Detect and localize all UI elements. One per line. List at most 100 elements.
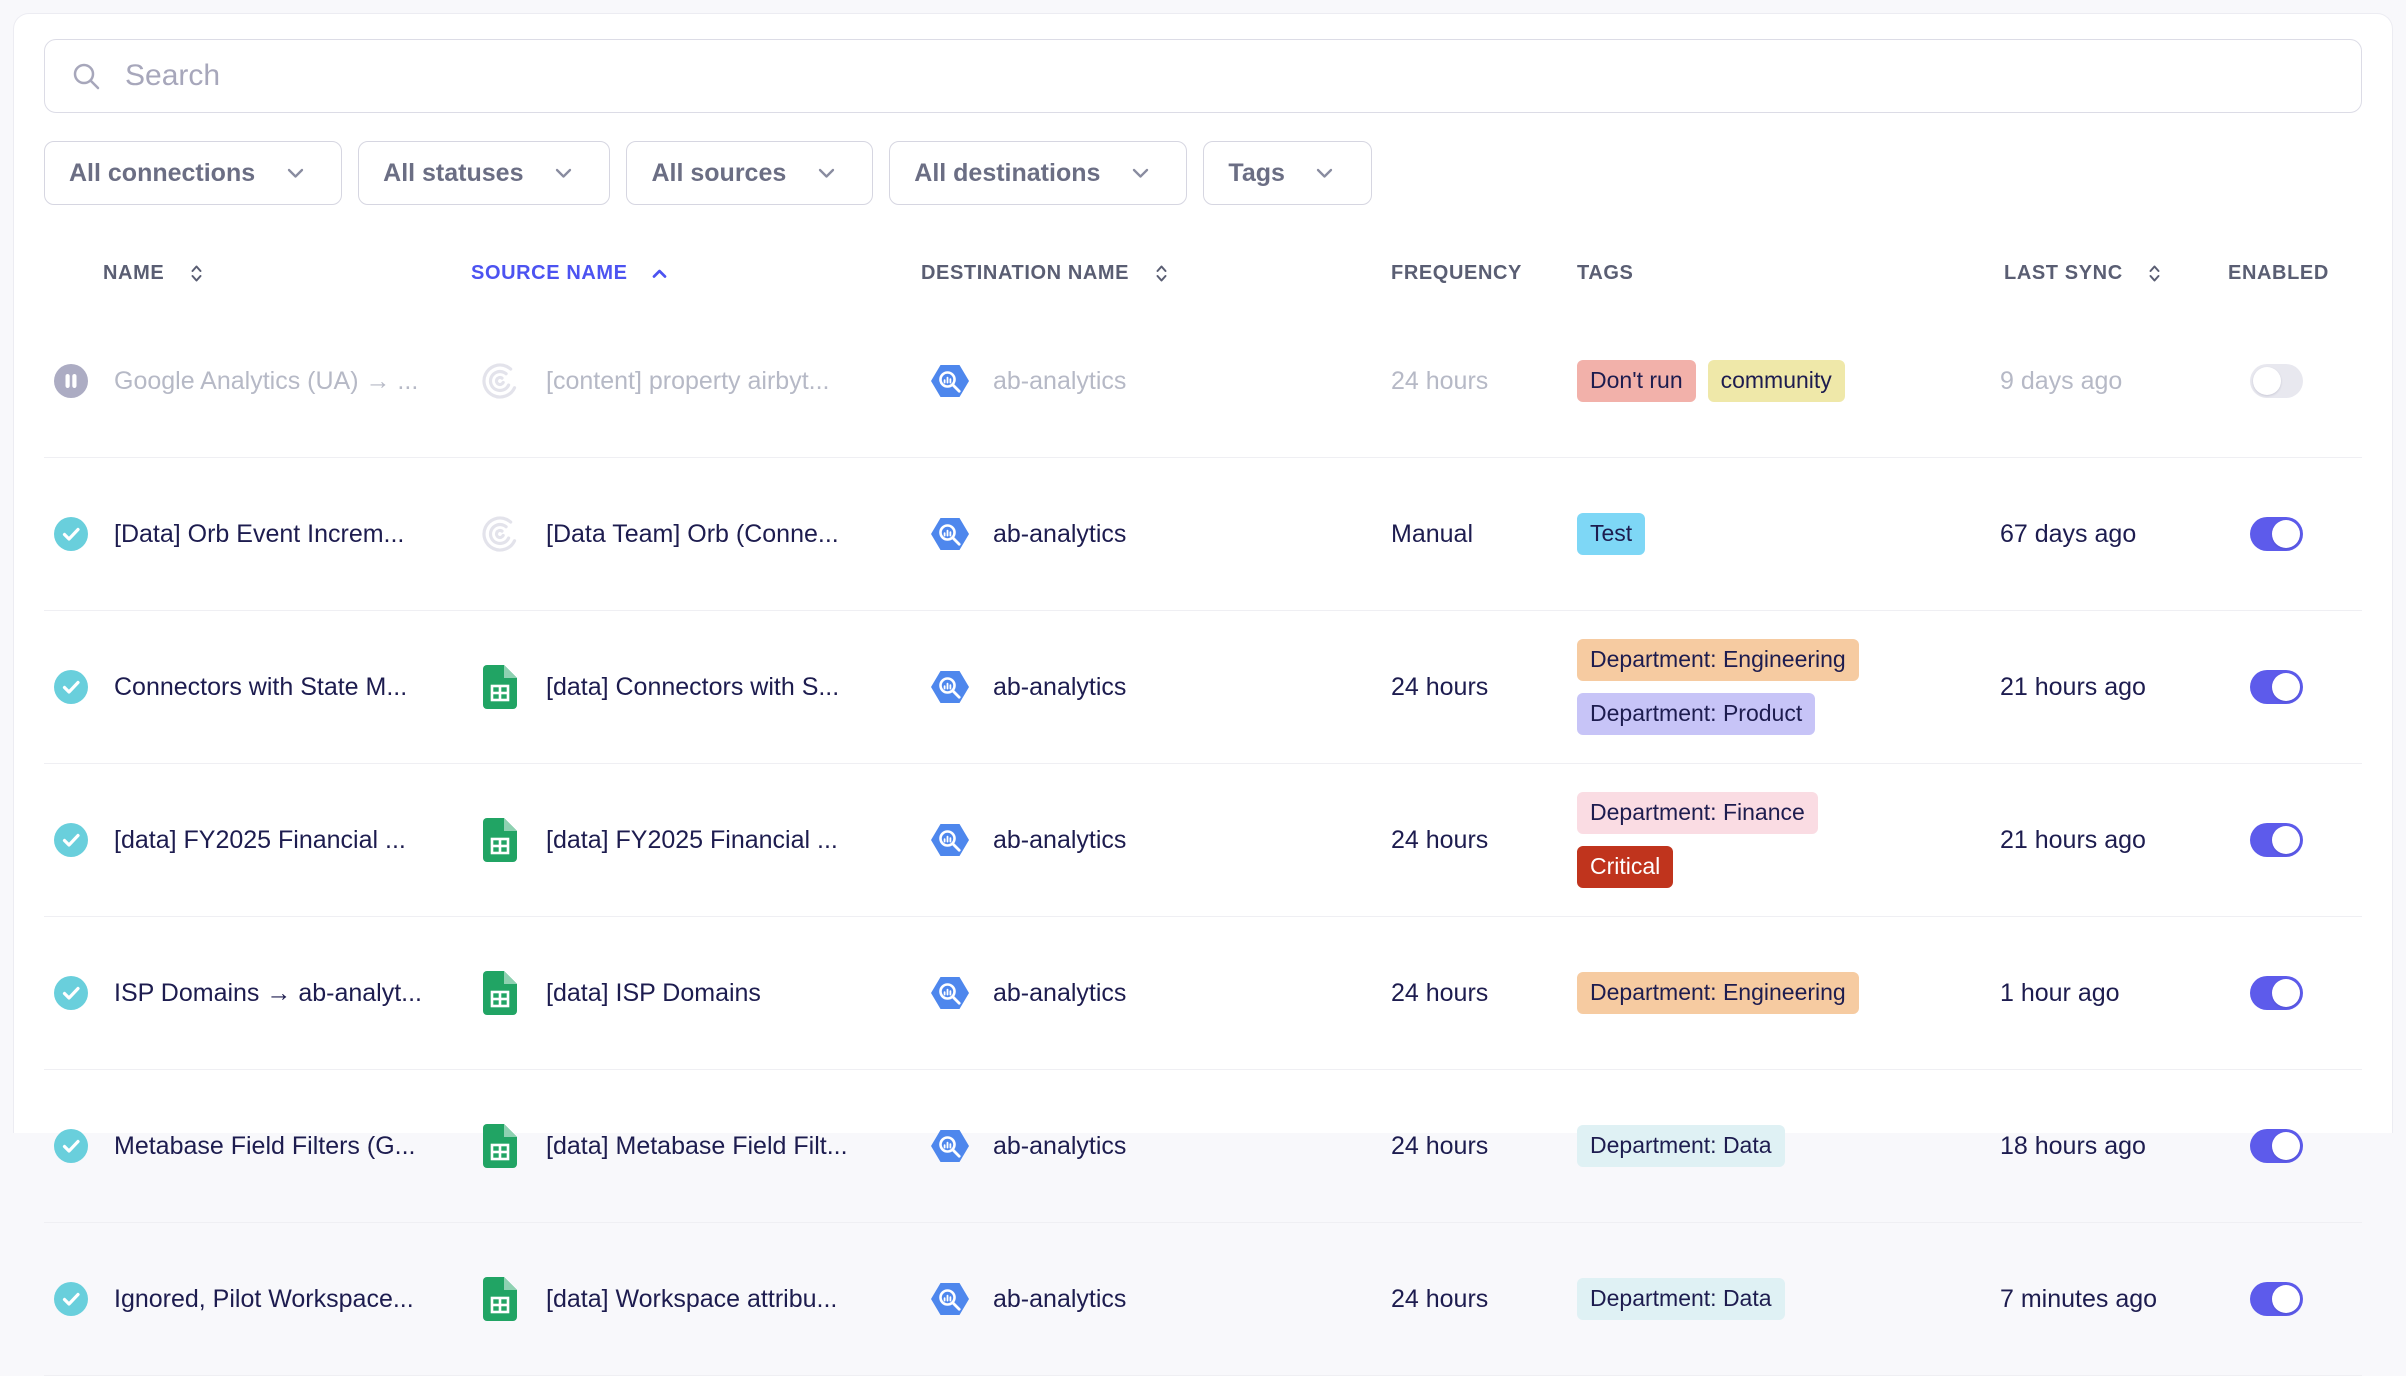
enabled-toggle[interactable] (2250, 670, 2303, 704)
tags-cell: Department: Engineering Department: Produ… (1571, 623, 1996, 751)
column-header-last_sync-label: LAST SYNC (2004, 262, 2123, 285)
source-cell: [content] property airbyt... (471, 361, 921, 401)
enabled-cell (2221, 976, 2362, 1010)
toggle-knob (2272, 1285, 2300, 1313)
frequency-value: Manual (1391, 520, 1473, 549)
destination-cell: ab-analytics (921, 974, 1381, 1012)
last-sync-value: 21 hours ago (2000, 826, 2146, 855)
frequency-cell: 24 hours (1381, 826, 1571, 855)
toggle-knob (2272, 1132, 2300, 1160)
tag-badge: Don't run (1577, 360, 1696, 402)
filter-sources[interactable]: All sources (626, 141, 873, 205)
filter-connections[interactable]: All connections (44, 141, 342, 205)
tag-badge: Department: Data (1577, 1278, 1785, 1320)
tags-cell: Department: Engineering (1571, 956, 1996, 1030)
connection-name: Google Analytics (UA) → ... (114, 367, 418, 396)
tags-cell: Department: Data (1571, 1109, 1996, 1183)
connections-table: NAMESOURCE NAMEDESTINATION NAMEFREQUENCY… (44, 247, 2362, 1376)
source-cell: [data] ISP Domains (471, 971, 921, 1015)
google-sheets-source-icon (478, 971, 522, 1015)
destination-cell: ab-analytics (921, 362, 1381, 400)
orb-source-icon (478, 514, 522, 554)
enabled-cell (2221, 1282, 2362, 1316)
destination-name: ab-analytics (993, 1285, 1126, 1314)
bigquery-destination-icon (928, 974, 972, 1012)
destination-cell: ab-analytics (921, 1127, 1381, 1165)
last-sync-value: 18 hours ago (2000, 1132, 2146, 1161)
table-row[interactable]: Google Analytics (UA) → ... [content] pro… (44, 305, 2362, 458)
name-cell: Metabase Field Filters (G... (44, 1129, 471, 1163)
enabled-toggle[interactable] (2250, 517, 2303, 551)
enabled-toggle[interactable] (2250, 1129, 2303, 1163)
last-sync-cell: 18 hours ago (1996, 1132, 2221, 1161)
last-sync-value: 21 hours ago (2000, 673, 2146, 702)
connection-name: Connectors with State M... (114, 673, 407, 702)
last-sync-cell: 21 hours ago (1996, 673, 2221, 702)
table-row[interactable]: ISP Domains → ab-analyt...[data] ISP Dom… (44, 917, 2362, 1070)
enabled-toggle[interactable] (2250, 1282, 2303, 1316)
table-row[interactable]: [data] FY2025 Financial ... [data] FY2025… (44, 764, 2362, 917)
last-sync-value: 7 minutes ago (2000, 1285, 2157, 1314)
chevron-down-icon (1303, 168, 1347, 179)
chevron-down-icon (1118, 168, 1162, 179)
sort-both-icon (2133, 263, 2177, 284)
frequency-value: 24 hours (1391, 826, 1488, 855)
filter-tags-label: Tags (1228, 159, 1285, 188)
column-header-enabled: ENABLED (2221, 262, 2362, 285)
table-row[interactable]: Ignored, Pilot Workspace...[data] Worksp… (44, 1223, 2362, 1376)
tag-badge: Department: Engineering (1577, 639, 1859, 681)
connection-name: [Data] Orb Event Increm... (114, 520, 404, 549)
column-header-enabled-label: ENABLED (2228, 262, 2329, 285)
filter-tags[interactable]: Tags (1203, 141, 1372, 205)
filter-statuses[interactable]: All statuses (358, 141, 610, 205)
table-row[interactable]: Metabase Field Filters (G... [data] Metab… (44, 1070, 2362, 1223)
last-sync-cell: 1 hour ago (1996, 979, 2221, 1008)
tag-badge: Department: Product (1577, 693, 1815, 735)
search-icon (71, 61, 101, 91)
enabled-toggle[interactable] (2250, 823, 2303, 857)
destination-name: ab-analytics (993, 979, 1126, 1008)
toggle-knob (2272, 520, 2300, 548)
name-cell: Ignored, Pilot Workspace... (44, 1282, 471, 1316)
column-header-source-label: SOURCE NAME (471, 262, 628, 285)
bigquery-destination-icon (928, 1127, 972, 1165)
connection-name: Ignored, Pilot Workspace... (114, 1285, 414, 1314)
destination-cell: ab-analytics (921, 668, 1381, 706)
sort-both-icon (1139, 263, 1183, 284)
column-header-source[interactable]: SOURCE NAME (471, 262, 921, 285)
tag-badge: Department: Data (1577, 1125, 1785, 1167)
enabled-toggle[interactable] (2250, 364, 2303, 398)
table-row[interactable]: [Data] Orb Event Increm... [Data Team] Or… (44, 458, 2362, 611)
column-header-name[interactable]: NAME (44, 262, 471, 285)
column-header-destination[interactable]: DESTINATION NAME (921, 262, 1381, 285)
source-name: [Data Team] Orb (Conne... (546, 520, 839, 549)
last-sync-cell: 9 days ago (1996, 367, 2221, 396)
status-active-icon (49, 1282, 93, 1316)
source-cell: [data] FY2025 Financial ... (471, 818, 921, 862)
tags-wrap: Department: Data (1571, 1109, 1785, 1183)
connection-name: [data] FY2025 Financial ... (114, 826, 406, 855)
bigquery-destination-icon (928, 821, 972, 859)
status-active-icon (49, 976, 93, 1010)
status-paused-icon (49, 364, 93, 398)
tags-wrap: Don't runcommunity (1571, 344, 1845, 418)
chevron-down-icon (273, 168, 317, 179)
filter-destinations[interactable]: All destinations (889, 141, 1187, 205)
filter-connections-label: All connections (69, 159, 255, 188)
table-row[interactable]: Connectors with State M... [data] Connect… (44, 611, 2362, 764)
search-input[interactable] (123, 58, 2335, 94)
bigquery-destination-icon (928, 515, 972, 553)
enabled-cell (2221, 517, 2362, 551)
source-cell: [Data Team] Orb (Conne... (471, 514, 921, 554)
frequency-cell: Manual (1381, 520, 1571, 549)
enabled-toggle[interactable] (2250, 976, 2303, 1010)
toggle-knob (2272, 826, 2300, 854)
source-name: [data] Connectors with S... (546, 673, 839, 702)
destination-name: ab-analytics (993, 673, 1126, 702)
connections-panel: All connections All statuses All sourcesAl… (13, 13, 2393, 1133)
destination-cell: ab-analytics (921, 515, 1381, 553)
source-name: [data] Metabase Field Filt... (546, 1132, 848, 1161)
status-active-icon (49, 670, 93, 704)
filter-statuses-label: All statuses (383, 159, 523, 188)
column-header-last_sync[interactable]: LAST SYNC (1996, 262, 2221, 285)
